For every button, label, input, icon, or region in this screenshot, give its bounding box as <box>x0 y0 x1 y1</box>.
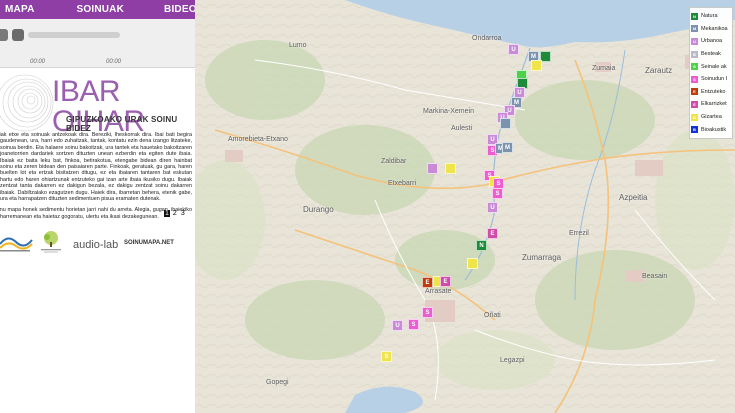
legend-label: Mekanikoa <box>701 25 728 32</box>
map-marker[interactable]: S <box>492 188 503 199</box>
map-marker[interactable] <box>531 60 542 71</box>
place-label: Zumarraga <box>522 253 562 262</box>
place-label: Zumaia <box>592 65 616 72</box>
sidebar: MAPA SOINUAK BIDEOA 00:00 00:00 IBAR OIH… <box>0 0 196 413</box>
legend-label: Besteak <box>701 51 721 58</box>
legend-item[interactable]: M Mekanikoa <box>691 23 731 36</box>
map-marker[interactable]: U <box>487 202 498 213</box>
place-label: Lumo <box>289 42 307 49</box>
legend-item[interactable]: S Seinale ak <box>691 60 731 73</box>
map-marker[interactable] <box>500 118 511 129</box>
legend-swatch: S <box>691 75 698 83</box>
terrain-map[interactable] <box>195 0 735 413</box>
place-label: Gopegi <box>266 379 289 386</box>
intro-paragraph: Ibaiak etxe eta soinuak antzekoak dira. … <box>0 132 192 203</box>
legend-swatch: B <box>691 50 698 58</box>
hero: IBAR OIHAR GIPUZKOAKO URAK SOINU BIDEZ <box>0 68 195 137</box>
page-subtitle: GIPUZKOAKO URAK SOINU BIDEZ <box>66 115 178 133</box>
place-label: Zarautz <box>645 66 673 75</box>
place-label: Durango <box>303 205 334 214</box>
legend-swatch: E <box>691 88 698 96</box>
audiolab-logo: audio-lab <box>73 239 119 251</box>
nav-soinuak[interactable]: SOINUAK <box>77 4 125 15</box>
legend-item[interactable]: S Soinudun I <box>691 73 731 86</box>
map-marker[interactable]: U <box>508 44 519 55</box>
map-marker[interactable] <box>445 163 456 174</box>
progress-bar[interactable] <box>28 32 120 38</box>
legend-label: Seinale ak <box>701 63 727 70</box>
partner-logos: audio-lab SOINUMAPA.NET <box>0 228 195 258</box>
map-marker[interactable] <box>427 163 438 174</box>
map-marker[interactable] <box>467 258 478 269</box>
map-marker[interactable]: U <box>392 320 403 331</box>
legend-item[interactable]: B Bioakustik <box>691 123 731 136</box>
legend-label: Soinudun I <box>701 76 728 83</box>
legend-item[interactable]: B Besteak <box>691 48 731 61</box>
legend-swatch: G <box>691 113 698 121</box>
place-label: Markina-Xemein <box>423 108 474 115</box>
tree-logo-icon <box>41 231 61 253</box>
map[interactable]: Lumo Ondarroa Zumaia Zarautz Markina-Xem… <box>195 0 735 413</box>
map-marker[interactable]: E <box>440 276 451 287</box>
map-marker[interactable]: N <box>476 240 487 251</box>
place-label: Etxebarri <box>388 180 417 187</box>
map-marker[interactable]: S <box>408 319 419 330</box>
place-label: Azpeitia <box>619 193 648 202</box>
legend-item[interactable]: G Gizartea <box>691 111 731 124</box>
place-label: Zaldibar <box>381 158 407 165</box>
page-1-link[interactable]: 1 <box>164 210 170 217</box>
legend-swatch: U <box>691 37 698 45</box>
legend-label: Natura <box>701 13 718 20</box>
top-navigation: MAPA SOINUAK BIDEOA <box>0 0 195 19</box>
map-marker[interactable]: M <box>502 142 513 153</box>
play-button[interactable] <box>0 29 8 41</box>
legend-item[interactable]: E Elkarrizket <box>691 98 731 111</box>
place-label: Arrasate <box>425 288 452 295</box>
map-marker[interactable]: E <box>422 277 433 288</box>
legend-label: Urbanoa <box>701 38 723 45</box>
legend-swatch: N <box>691 12 698 20</box>
place-label: Beasain <box>642 273 668 280</box>
nav-mapa[interactable]: MAPA <box>5 4 35 15</box>
place-label: Amorebieta-Etxano <box>228 136 288 143</box>
legend: N Natura M Mekanikoa U Urbanoa B Besteak S Se… <box>689 7 733 139</box>
map-marker[interactable]: S <box>381 351 392 362</box>
legend-label: Gizartea <box>701 114 722 121</box>
legend-item[interactable]: U Urbanoa <box>691 35 731 48</box>
legend-swatch: E <box>691 100 698 108</box>
time-current: 00:00 <box>30 59 46 65</box>
legend-swatch: M <box>691 25 698 33</box>
map-marker[interactable]: S <box>422 307 433 318</box>
audio-player: 00:00 00:00 <box>0 19 195 68</box>
spiral-logo-icon <box>0 74 54 132</box>
legend-label: Entzuteko <box>701 88 726 95</box>
place-label: Legazpi <box>500 357 525 364</box>
time-total: 00:00 <box>106 59 122 65</box>
place-label: Oñati <box>484 312 501 319</box>
legend-label: Elkarrizket <box>701 101 727 108</box>
page-3-link[interactable]: 3 <box>180 210 186 217</box>
legend-swatch: B <box>691 126 698 134</box>
place-label: Errezil <box>569 230 589 237</box>
nav-bideoa[interactable]: BIDEOA <box>164 4 195 15</box>
place-label: Ondarroa <box>472 35 502 42</box>
legend-label: Bioakustik <box>701 126 727 133</box>
partner-logo-icon <box>0 237 33 252</box>
page-2-link[interactable]: 2 <box>172 210 178 217</box>
legend-item[interactable]: E Entzuteko <box>691 86 731 99</box>
stop-button[interactable] <box>12 29 24 41</box>
legend-item[interactable]: N Natura <box>691 10 731 23</box>
place-label: Aulesti <box>451 125 473 132</box>
legend-swatch: S <box>691 63 698 71</box>
soinumapa-logo: SOINUMAPA.NET <box>124 240 174 246</box>
map-marker[interactable]: E <box>487 228 498 239</box>
pagination: 1 2 3 <box>164 210 186 217</box>
